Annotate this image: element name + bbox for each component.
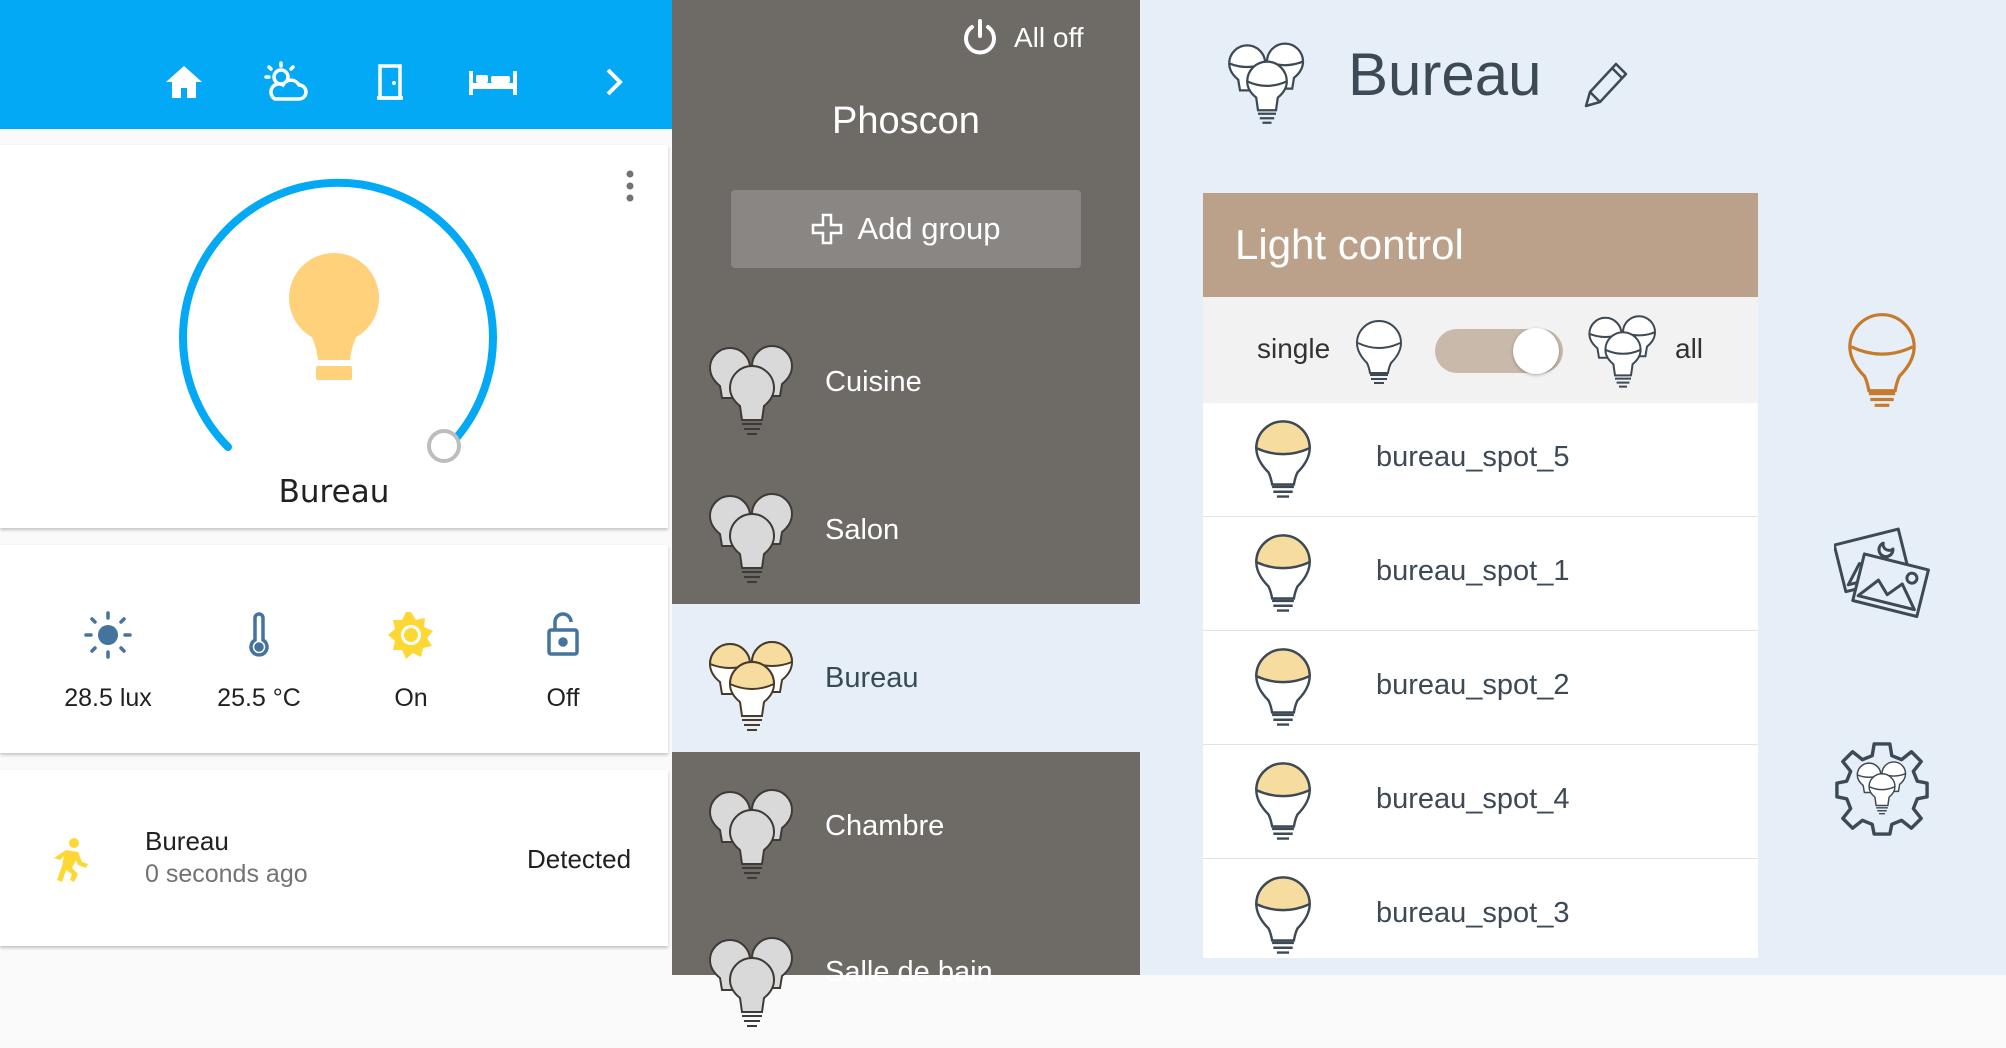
bulb-icon [1255, 876, 1311, 954]
motion-state: Detected [527, 844, 632, 874]
light-name: bureau_spot_2 [1376, 669, 1570, 701]
lights-tool[interactable] [1844, 310, 1920, 414]
all-off-button[interactable]: All off [960, 18, 1084, 58]
sensor-value: 25.5 °C [217, 684, 301, 712]
single-all-toggle[interactable] [1435, 328, 1563, 374]
light-control-title: Light control [1235, 221, 1464, 268]
group-label: Salon [825, 513, 900, 546]
sensor-value: Off [546, 684, 580, 712]
sun-icon [388, 612, 433, 659]
all-label: all [1675, 333, 1704, 364]
tab-scroll-right[interactable] [586, 54, 642, 110]
light-row[interactable]: bureau_spot_4 [1203, 745, 1758, 860]
weather-partly-cloudy-icon [264, 61, 308, 101]
sensor-lock[interactable]: Off [493, 610, 633, 713]
tab-weather[interactable] [258, 54, 314, 110]
tab-home[interactable] [156, 54, 212, 110]
group-label: Bureau [825, 661, 919, 694]
plus-icon [812, 213, 843, 245]
bulb-icon [1255, 762, 1311, 840]
group-label: Chambre [825, 809, 945, 842]
bulb-group-icon [709, 493, 793, 583]
dots-vertical-icon [626, 170, 634, 202]
toggle-knob [1513, 328, 1559, 374]
sensor-value: On [394, 684, 428, 712]
bulb-group-icon [709, 937, 793, 1027]
group-item-chambre[interactable]: Chambre [672, 752, 1140, 900]
power-icon [964, 19, 996, 55]
light-control-header: Light control [1203, 193, 1758, 297]
light-control-card: Light control single all bureau_spot_5 b… [1203, 193, 1758, 958]
motion-sensor-icon [54, 838, 88, 882]
sensor-temperature[interactable]: 25.5 °C [189, 610, 329, 713]
group-settings-icon [1835, 742, 1929, 836]
light-name: bureau_spot_4 [1376, 783, 1570, 815]
thermometer-icon [249, 612, 269, 657]
add-group-button[interactable]: Add group [731, 190, 1081, 268]
ha-top-bar [0, 0, 672, 129]
card-menu-button[interactable] [618, 168, 642, 204]
edit-pencil-icon[interactable] [1582, 56, 1632, 108]
group-label: Salle de bain [825, 956, 993, 988]
single-label: single [1257, 333, 1331, 364]
tab-door[interactable] [362, 54, 418, 110]
light-name: bureau_spot_3 [1376, 897, 1570, 929]
bulb-group-icon [709, 345, 793, 435]
group-item-cuisine[interactable]: Cuisine [672, 308, 1140, 456]
group-item-bureau[interactable]: Bureau [672, 604, 1140, 752]
group-title: Bureau [1348, 41, 1542, 108]
all-off-label: All off [1014, 22, 1084, 53]
lock-open-icon [547, 612, 579, 656]
tab-bedroom[interactable] [465, 54, 521, 110]
home-icon [166, 66, 202, 98]
group-settings-tool[interactable] [1833, 740, 1931, 842]
brightness-icon [84, 611, 132, 659]
light-row[interactable]: bureau_spot_5 [1203, 403, 1758, 518]
group-item-salle-de-bain[interactable]: Salle de bain [672, 900, 1140, 1048]
light-name: Bureau [278, 474, 390, 510]
chevron-right-icon [606, 68, 623, 96]
scenes-icon [1832, 527, 1930, 618]
light-name: bureau_spot_5 [1376, 441, 1570, 473]
motion-entity-name: Bureau [145, 826, 229, 856]
bulb-icon [1255, 534, 1311, 612]
bulb-group-icon [1228, 42, 1305, 124]
bulb-icon [1255, 420, 1311, 498]
motion-last-changed: 0 seconds ago [145, 860, 308, 888]
group-label: Cuisine [825, 365, 922, 398]
bulb-group-icon [709, 641, 793, 731]
slider-handle[interactable] [427, 429, 461, 463]
sensor-illuminance[interactable]: 28.5 lux [38, 610, 178, 713]
home-assistant-panel: Bureau 28.5 lux 25.5 °C On Off Bureau 0 … [0, 0, 672, 975]
bulb-icon [1255, 648, 1311, 726]
lightbulb-icon[interactable] [286, 252, 382, 380]
scenes-tool[interactable] [1832, 524, 1930, 624]
light-row[interactable]: bureau_spot_2 [1203, 631, 1758, 746]
single-bulb-icon [1356, 320, 1402, 384]
sensor-value: 28.5 lux [64, 684, 152, 712]
bulb-group-icon [1588, 315, 1656, 388]
light-row[interactable]: bureau_spot_3 [1203, 859, 1758, 958]
light-row[interactable]: bureau_spot_1 [1203, 517, 1758, 632]
app-title: Phoscon [832, 100, 980, 142]
group-item-salon[interactable]: Salon [672, 456, 1140, 604]
bulb-group-icon [709, 789, 793, 879]
lightbulb-outline-icon [1848, 313, 1916, 407]
light-name: bureau_spot_1 [1376, 555, 1570, 587]
bed-icon [469, 71, 517, 95]
mode-toggle-row: single all [1203, 297, 1758, 403]
add-group-label: Add group [857, 211, 1001, 246]
sensor-daylight[interactable]: On [341, 610, 481, 713]
door-icon [377, 64, 403, 100]
